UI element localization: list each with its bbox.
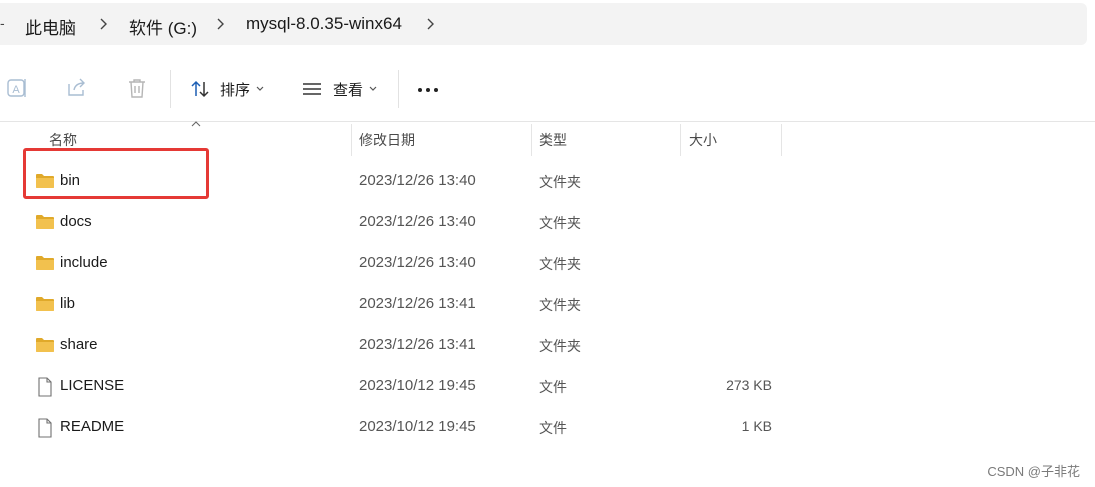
chevron-right-icon[interactable] bbox=[425, 16, 437, 32]
toolbar-divider bbox=[398, 70, 399, 108]
delete-icon[interactable] bbox=[125, 76, 149, 100]
file-name[interactable]: README bbox=[60, 418, 124, 435]
file-date: 2023/10/12 19:45 bbox=[359, 418, 476, 435]
file-name[interactable]: share bbox=[60, 336, 98, 353]
file-icon bbox=[35, 418, 55, 438]
breadcrumb-mysql-folder[interactable]: mysql-8.0.35-winx64 bbox=[246, 14, 402, 34]
toolbar-divider bbox=[170, 70, 171, 108]
chevron-down-icon bbox=[369, 86, 377, 91]
column-header-date[interactable]: 修改日期 bbox=[359, 130, 415, 150]
rename-icon[interactable]: A bbox=[5, 76, 29, 100]
column-header-size[interactable]: 大小 bbox=[689, 130, 717, 150]
file-name[interactable]: docs bbox=[60, 213, 92, 230]
folder-icon bbox=[35, 295, 55, 313]
folder-icon bbox=[35, 213, 55, 231]
breadcrumb-this-pc[interactable]: 此电脑 bbox=[25, 14, 76, 39]
file-row[interactable]: share 2023/12/26 13:41 文件夹 bbox=[0, 325, 800, 366]
sort-ascending-icon bbox=[191, 121, 201, 127]
address-bar[interactable]: - 此电脑 软件 (G:) mysql-8.0.35-winx64 bbox=[0, 3, 1087, 45]
folder-icon bbox=[35, 254, 55, 272]
file-row[interactable]: LICENSE 2023/10/12 19:45 文件 273 KB bbox=[0, 366, 800, 407]
file-date: 2023/12/26 13:41 bbox=[359, 295, 476, 312]
chevron-right-icon[interactable] bbox=[98, 16, 110, 32]
file-size: 1 KB bbox=[741, 418, 772, 434]
file-type: 文件夹 bbox=[539, 174, 581, 190]
file-type: 文件夹 bbox=[539, 215, 581, 231]
file-name[interactable]: lib bbox=[60, 295, 75, 312]
column-divider[interactable] bbox=[781, 124, 782, 156]
file-type: 文件 bbox=[539, 379, 567, 395]
folder-icon bbox=[35, 336, 55, 354]
command-bar: A 排序 查看 bbox=[0, 56, 1095, 122]
column-divider[interactable] bbox=[531, 124, 532, 156]
chevron-right-icon[interactable] bbox=[215, 16, 227, 32]
file-row[interactable]: lib 2023/12/26 13:41 文件夹 bbox=[0, 284, 800, 325]
watermark-text: CSDN @子非花 bbox=[987, 464, 1080, 479]
column-divider[interactable] bbox=[680, 124, 681, 156]
file-date: 2023/12/26 13:41 bbox=[359, 336, 476, 353]
chevron-down-icon bbox=[256, 86, 264, 91]
sort-button[interactable]: 排序 bbox=[190, 76, 264, 102]
sort-label: 排序 bbox=[220, 81, 251, 99]
file-name[interactable]: LICENSE bbox=[60, 377, 124, 394]
sort-icon bbox=[191, 80, 209, 98]
view-list-icon bbox=[303, 83, 321, 95]
column-divider[interactable] bbox=[351, 124, 352, 156]
view-label: 查看 bbox=[333, 81, 364, 99]
file-type: 文件夹 bbox=[539, 256, 581, 272]
column-header-name[interactable]: 名称 bbox=[49, 130, 77, 150]
file-date: 2023/10/12 19:45 bbox=[359, 377, 476, 394]
file-type: 文件 bbox=[539, 420, 567, 436]
file-row[interactable]: include 2023/12/26 13:40 文件夹 bbox=[0, 243, 800, 284]
file-name[interactable]: include bbox=[60, 254, 108, 271]
file-date: 2023/12/26 13:40 bbox=[359, 254, 476, 271]
breadcrumb-drive-g[interactable]: 软件 (G:) bbox=[129, 14, 197, 39]
more-options-icon[interactable] bbox=[418, 88, 438, 92]
file-row[interactable]: docs 2023/12/26 13:40 文件夹 bbox=[0, 202, 800, 243]
share-icon[interactable] bbox=[65, 76, 89, 100]
file-type: 文件夹 bbox=[539, 338, 581, 354]
view-button[interactable]: 查看 bbox=[301, 76, 377, 102]
highlight-box bbox=[23, 148, 209, 199]
file-size: 273 KB bbox=[726, 377, 772, 393]
file-row[interactable]: README 2023/10/12 19:45 文件 1 KB bbox=[0, 407, 800, 448]
file-icon bbox=[35, 377, 55, 397]
file-date: 2023/12/26 13:40 bbox=[359, 172, 476, 189]
file-date: 2023/12/26 13:40 bbox=[359, 213, 476, 230]
column-header-type[interactable]: 类型 bbox=[539, 130, 567, 150]
breadcrumb-overflow[interactable]: - bbox=[0, 15, 5, 31]
svg-text:A: A bbox=[12, 84, 20, 96]
file-type: 文件夹 bbox=[539, 297, 581, 313]
